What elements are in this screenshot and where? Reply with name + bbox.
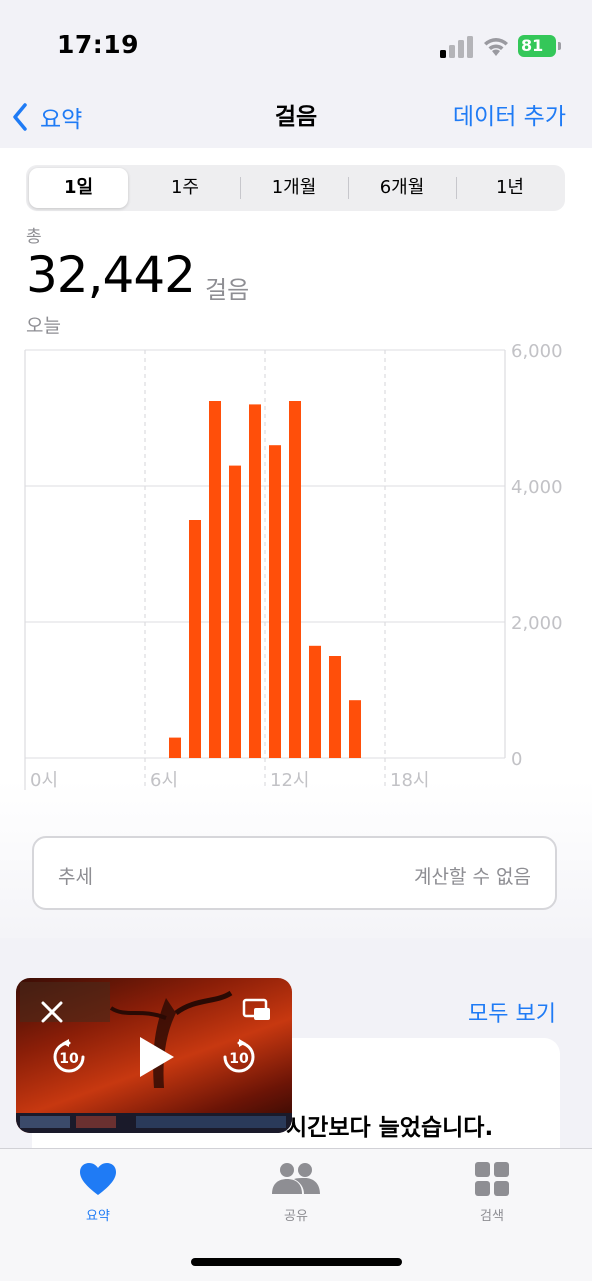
battery-level: 81 bbox=[521, 36, 544, 55]
steps-bar-chart[interactable]: 6,000 4,000 2,000 0 0시 6시 12시 18시 bbox=[0, 330, 592, 800]
add-data-button[interactable]: 데이터 추가 bbox=[453, 97, 566, 131]
y-tick-label: 4,000 bbox=[511, 477, 563, 498]
step-bar bbox=[169, 737, 181, 758]
step-bar bbox=[269, 445, 281, 758]
y-tick-label: 6,000 bbox=[511, 341, 563, 362]
segment-6-months[interactable]: 6개월 bbox=[349, 168, 455, 208]
x-tick-label: 18시 bbox=[390, 770, 429, 791]
total-steps-value: 32,442 bbox=[26, 246, 196, 304]
step-bar bbox=[329, 656, 341, 758]
tab-browse[interactable]: 검색 bbox=[442, 1161, 542, 1224]
step-bar bbox=[189, 520, 201, 758]
step-bar bbox=[229, 465, 241, 758]
see-all-button[interactable]: 모두 보기 bbox=[468, 996, 556, 1028]
trend-card[interactable]: 추세 계산할 수 없음 bbox=[32, 836, 557, 910]
y-tick-label: 0 bbox=[511, 749, 522, 770]
x-tick-label: 6시 bbox=[150, 770, 178, 791]
step-bar bbox=[309, 645, 321, 758]
total-label: 총 bbox=[26, 227, 42, 247]
battery-icon: 81 bbox=[518, 35, 564, 57]
y-tick-label: 2,000 bbox=[511, 613, 563, 634]
step-bar bbox=[349, 700, 361, 758]
tab-browse-label: 검색 bbox=[480, 1209, 504, 1224]
segment-1-week[interactable]: 1주 bbox=[132, 168, 238, 208]
highlight-text: 시간보다 늘었습니다. bbox=[286, 1115, 494, 1141]
trend-label: 추세 bbox=[58, 866, 93, 888]
play-icon[interactable] bbox=[134, 1034, 178, 1080]
wifi-icon bbox=[484, 38, 508, 56]
svg-text:10: 10 bbox=[229, 1051, 249, 1067]
x-tick-label: 12시 bbox=[270, 770, 309, 791]
status-time: 17:19 bbox=[57, 30, 140, 59]
step-bar bbox=[289, 401, 301, 758]
home-indicator bbox=[191, 1258, 402, 1266]
trend-value: 계산할 수 없음 bbox=[414, 866, 531, 888]
skip-back-10-icon[interactable]: 10 bbox=[50, 1038, 88, 1076]
x-tick-label: 0시 bbox=[30, 770, 58, 791]
picture-in-picture-video[interactable]: 10 10 bbox=[16, 978, 292, 1133]
segment-1-month[interactable]: 1개월 bbox=[241, 168, 347, 208]
navigation-bar: 요약 걸음 데이터 추가 bbox=[0, 90, 592, 148]
segment-1-day[interactable]: 1일 bbox=[29, 168, 128, 208]
time-range-selector: 1일 1주 1개월 6개월 1년 bbox=[26, 165, 565, 211]
expand-pip-icon[interactable] bbox=[242, 998, 272, 1022]
people-icon bbox=[272, 1163, 320, 1194]
tab-sharing[interactable]: 공유 bbox=[246, 1161, 346, 1224]
svg-text:10: 10 bbox=[59, 1051, 79, 1067]
tab-summary-label: 요약 bbox=[86, 1209, 110, 1224]
cellular-signal-icon bbox=[440, 36, 473, 58]
skip-forward-10-icon[interactable]: 10 bbox=[220, 1038, 258, 1076]
total-steps-unit: 걸음 bbox=[205, 276, 250, 304]
close-icon[interactable] bbox=[40, 1000, 64, 1024]
step-bar bbox=[249, 404, 261, 758]
grid-icon bbox=[475, 1162, 509, 1196]
step-bar bbox=[209, 401, 221, 758]
tab-sharing-label: 공유 bbox=[284, 1209, 308, 1224]
segment-1-year[interactable]: 1년 bbox=[457, 168, 563, 208]
tab-summary[interactable]: 요약 bbox=[48, 1161, 148, 1224]
heart-icon bbox=[80, 1163, 116, 1195]
status-bar: 17:19 81 bbox=[0, 0, 592, 90]
